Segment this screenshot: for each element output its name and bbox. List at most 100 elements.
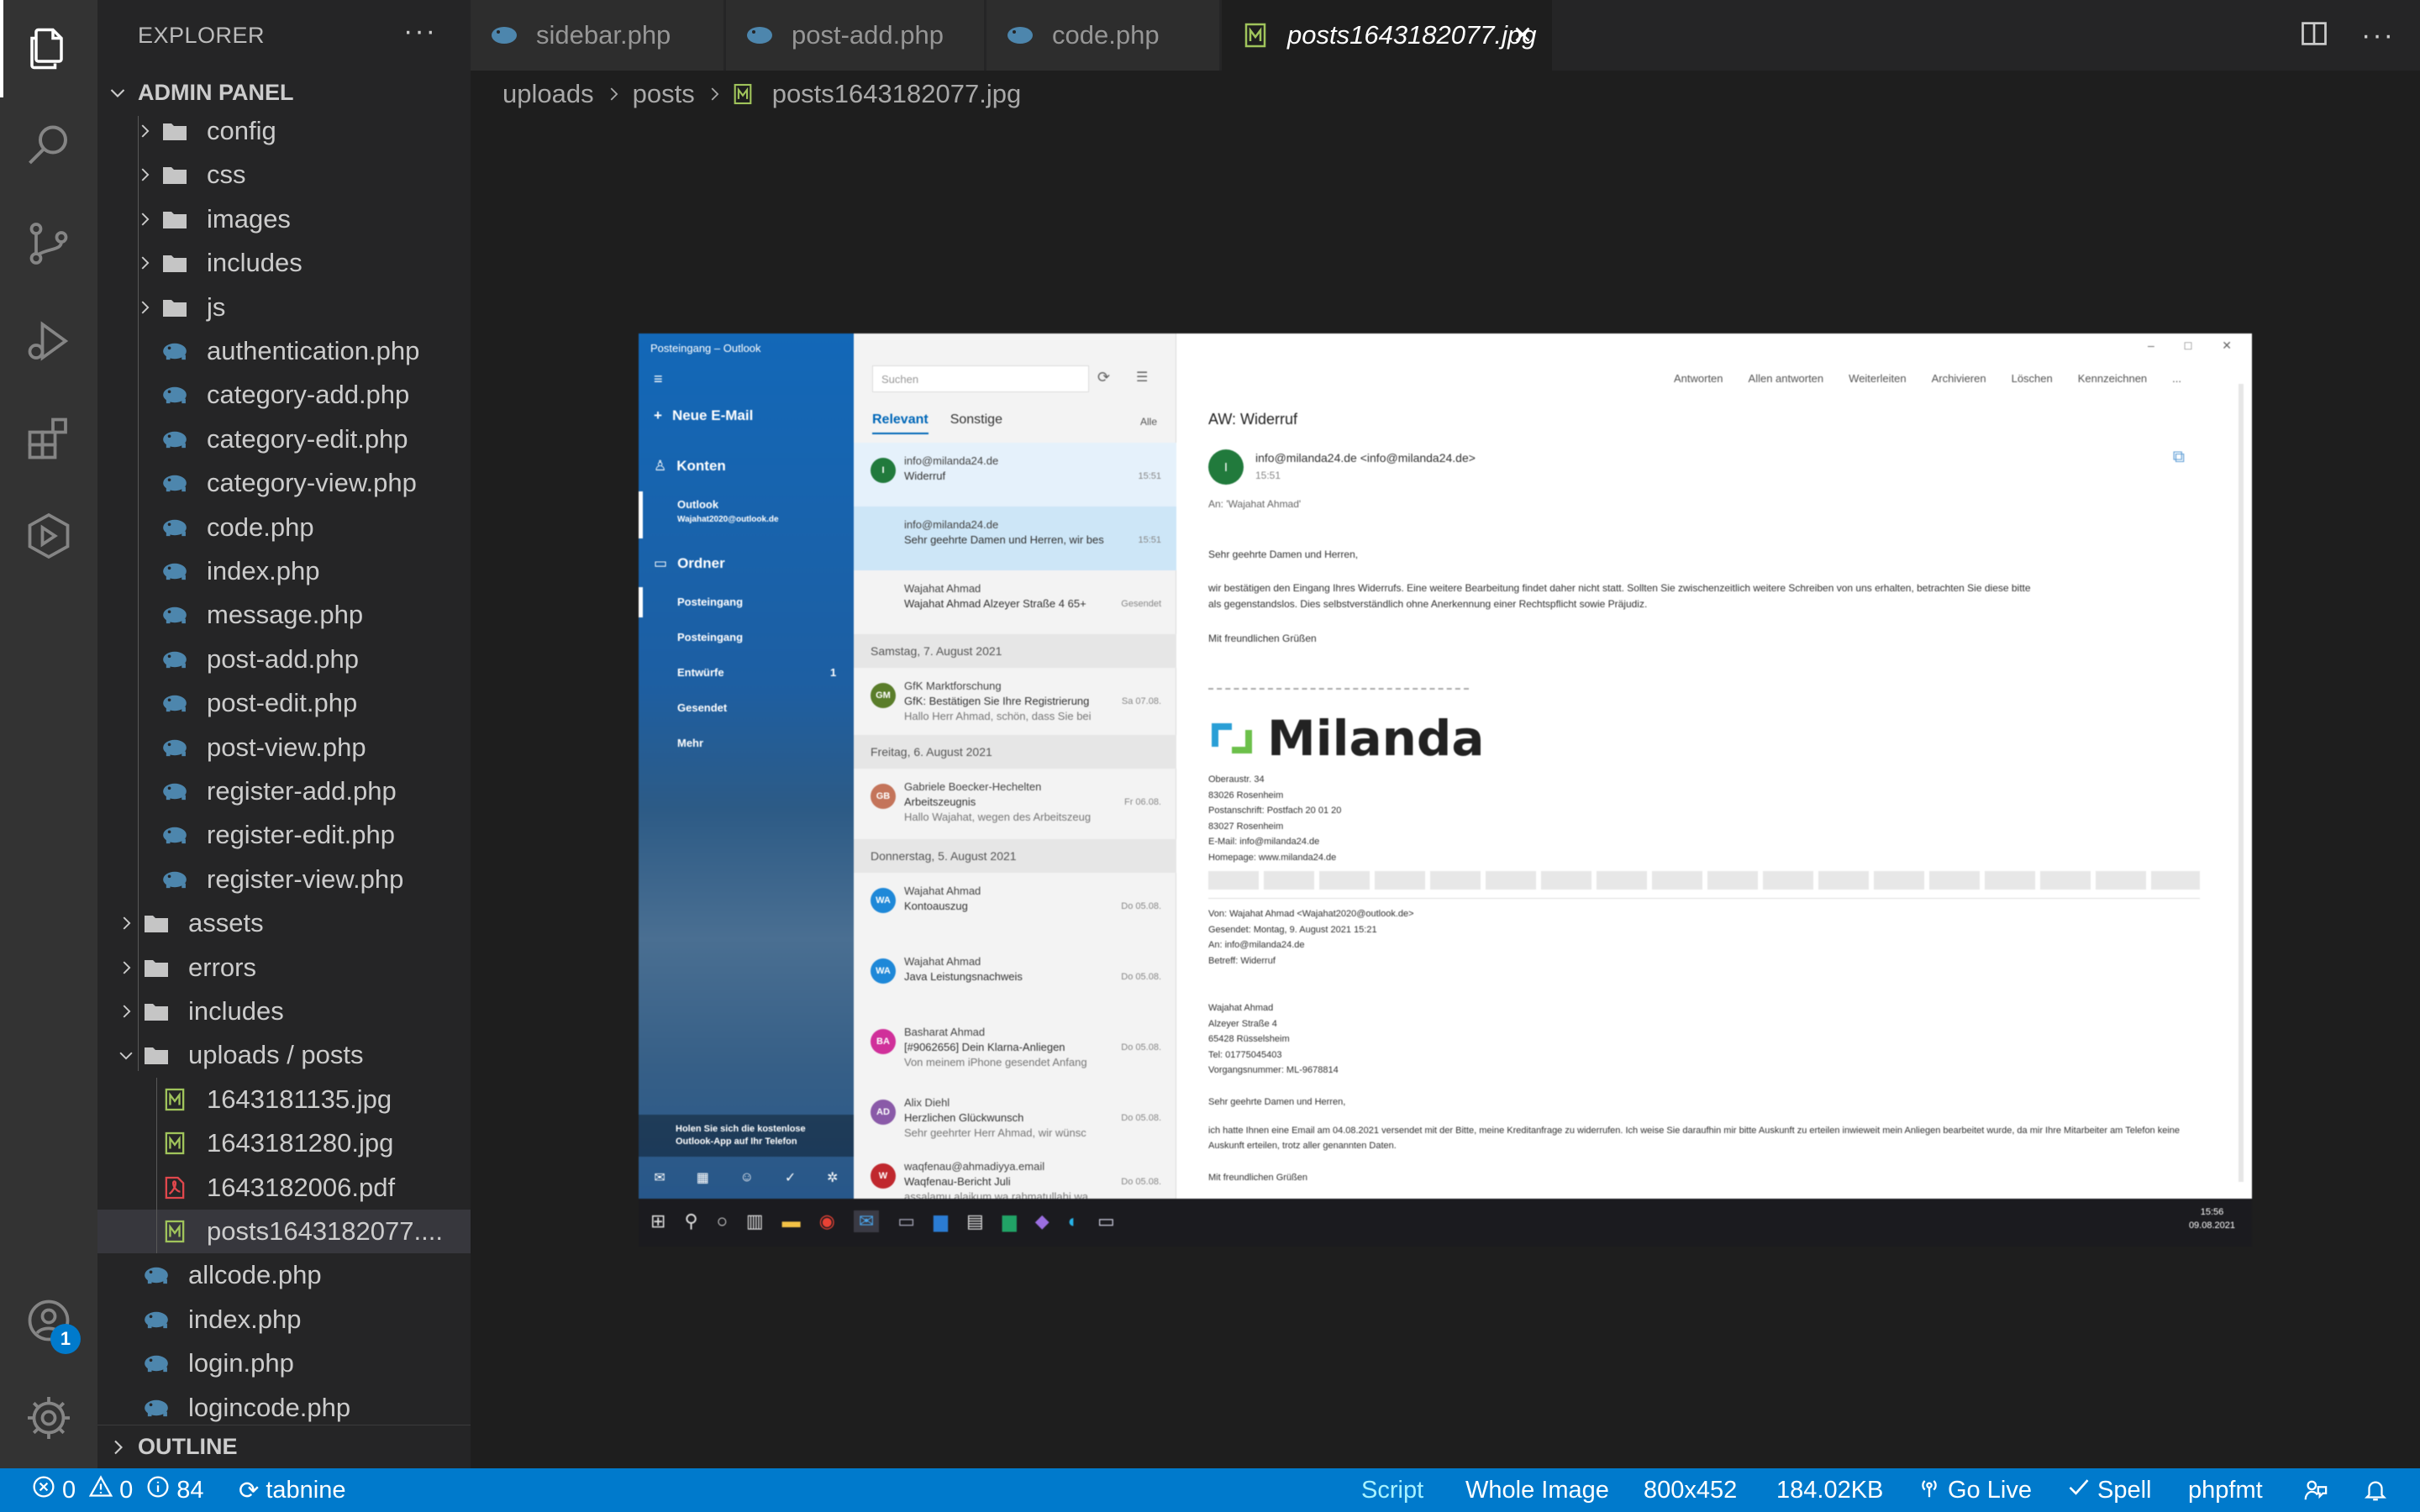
tabnine-status[interactable]: ⟳ tabnine	[239, 1468, 345, 1512]
search-icon[interactable]	[0, 97, 97, 195]
script-status[interactable]: Script	[1361, 1468, 1423, 1512]
tree-folder[interactable]: includes	[97, 990, 471, 1033]
tree-file[interactable]: index.php	[97, 1298, 471, 1341]
tree-folder[interactable]: uploads / posts	[97, 1033, 471, 1077]
folder-icon	[138, 901, 175, 945]
more-actions-icon[interactable]: ···	[403, 15, 437, 48]
quoted-header: Von: Wajahat Ahmad <Wajahat2020@outlook.…	[1208, 906, 2200, 969]
tree-file[interactable]: message.php	[97, 593, 471, 637]
tree-file[interactable]: 1643182006.pdf	[97, 1166, 471, 1210]
tree-folder[interactable]: config	[97, 109, 471, 153]
spell-button[interactable]: Spell	[2067, 1468, 2152, 1512]
formatter-status[interactable]: phpfmt	[2188, 1468, 2263, 1512]
tree-file[interactable]: category-view.php	[97, 461, 471, 505]
tab-label: posts1643182077.jpg	[1287, 20, 1537, 50]
more-actions-icon[interactable]: ···	[2361, 19, 2395, 52]
tree-file[interactable]: posts1643182077....	[97, 1210, 471, 1253]
settings-icon: ✲	[827, 1171, 839, 1185]
tree-file[interactable]: code.php	[97, 506, 471, 549]
tab-posts-image[interactable]: posts1643182077.jpg	[1222, 0, 1553, 71]
tree-file[interactable]: post-view.php	[97, 726, 471, 769]
tree-file[interactable]: 1643181135.jpg	[97, 1078, 471, 1121]
text-line: 65428 Rüsselsheim	[1208, 1034, 1290, 1044]
bell-icon[interactable]	[2363, 1468, 2388, 1512]
gear-icon[interactable]	[0, 1369, 97, 1467]
tree-file[interactable]: register-add.php	[97, 769, 471, 813]
pdf-icon	[156, 1166, 193, 1210]
breadcrumb-item[interactable]: posts	[633, 79, 695, 109]
account-badge: 1	[50, 1324, 81, 1354]
tree-item-label: allcode.php	[188, 1260, 322, 1290]
account-icon[interactable]: 1	[0, 1272, 97, 1369]
message-subject: AW: Widerruf	[1208, 411, 1298, 428]
mail-icon: ✉	[853, 1210, 880, 1232]
tree-folder[interactable]: errors	[97, 946, 471, 990]
breadcrumb-item[interactable]: posts1643182077.jpg	[772, 79, 1021, 109]
split-editor-icon[interactable]	[2299, 18, 2329, 53]
tab-code-php[interactable]: code.php	[986, 0, 1220, 71]
tab-label: post-add.php	[792, 20, 944, 50]
source-control-icon[interactable]	[0, 195, 97, 292]
tree-item-label: category-view.php	[207, 468, 417, 498]
image-preview[interactable]: Posteingang – Outlook ≡ + Neue E-Mail ♙ Ko…	[639, 333, 2252, 1247]
zoom-status[interactable]: Whole Image	[1465, 1468, 1609, 1512]
day-separator: Freitag, 6. August 2021	[854, 735, 1176, 769]
outline-section[interactable]: OUTLINE	[97, 1425, 471, 1468]
tree-folder[interactable]: css	[97, 153, 471, 197]
mail-subject: GfK: Bestätigen Sie Ihre Registrierung	[904, 695, 1090, 707]
minimize-icon: –	[2148, 339, 2154, 352]
extensions-icon[interactable]	[0, 390, 97, 487]
tree-file[interactable]: 1643181280.jpg	[97, 1121, 471, 1165]
mail-time: 15:51	[1138, 535, 1161, 545]
tree-file[interactable]: register-view.php	[97, 858, 471, 901]
feedback-icon[interactable]	[2302, 1468, 2328, 1512]
tree-file[interactable]: logincode.php	[97, 1386, 471, 1430]
tree-item-label: js	[207, 291, 226, 322]
tree-folder[interactable]: images	[97, 197, 471, 241]
tree-item-label: authentication.php	[207, 336, 420, 365]
problems-indicator[interactable]: 0 0 84	[32, 1468, 204, 1512]
tree-folder[interactable]: assets	[97, 901, 471, 945]
outlook-focus-tabs: Relevant Sonstige	[872, 412, 1002, 434]
editor-tabs: sidebar.php post-add.php code.php posts1…	[471, 0, 2420, 71]
indent-guide	[138, 116, 139, 1071]
vs-icon: ◆	[1034, 1210, 1050, 1231]
tree-folder[interactable]: includes	[97, 241, 471, 285]
tree-file[interactable]: category-add.php	[97, 373, 471, 417]
tree-file[interactable]: index.php	[97, 549, 471, 593]
run-debug-icon[interactable]	[0, 292, 97, 390]
tree-file[interactable]: category-edit.php	[97, 417, 471, 461]
chevron-right-icon	[97, 1437, 138, 1457]
go-live-button[interactable]: Go Live	[1918, 1468, 2032, 1512]
tab-post-add-php[interactable]: post-add.php	[726, 0, 985, 71]
tree-file[interactable]: login.php	[97, 1341, 471, 1385]
close-icon[interactable]	[1510, 22, 1535, 47]
mail-time: Sa 07.08.	[1121, 696, 1161, 706]
tree-folder[interactable]: js	[97, 286, 471, 329]
workspace-root[interactable]: ADMIN PANEL	[97, 71, 471, 114]
tree-file[interactable]: authentication.php	[97, 329, 471, 373]
php-icon	[156, 858, 193, 901]
files-icon[interactable]	[0, 0, 97, 97]
tab-sidebar-php[interactable]: sidebar.php	[471, 0, 724, 71]
tree-file[interactable]: allcode.php	[97, 1253, 471, 1297]
activity-bar: 1	[0, 0, 97, 1468]
tree-file[interactable]: post-edit.php	[97, 681, 471, 725]
remote-explorer-icon[interactable]	[0, 487, 97, 585]
mail-subject: Kontoauszug	[904, 900, 968, 912]
tree-file[interactable]: post-add.php	[97, 638, 471, 681]
outlook-nav-pane: Posteingang – Outlook ≡ + Neue E-Mail ♙ Ko…	[639, 333, 854, 1199]
breadcrumb-item[interactable]: uploads	[502, 79, 594, 109]
php-icon	[156, 769, 193, 813]
tree-item-label: register-edit.php	[207, 820, 396, 850]
php-icon	[744, 20, 775, 50]
tree-file[interactable]: register-edit.php	[97, 813, 471, 857]
